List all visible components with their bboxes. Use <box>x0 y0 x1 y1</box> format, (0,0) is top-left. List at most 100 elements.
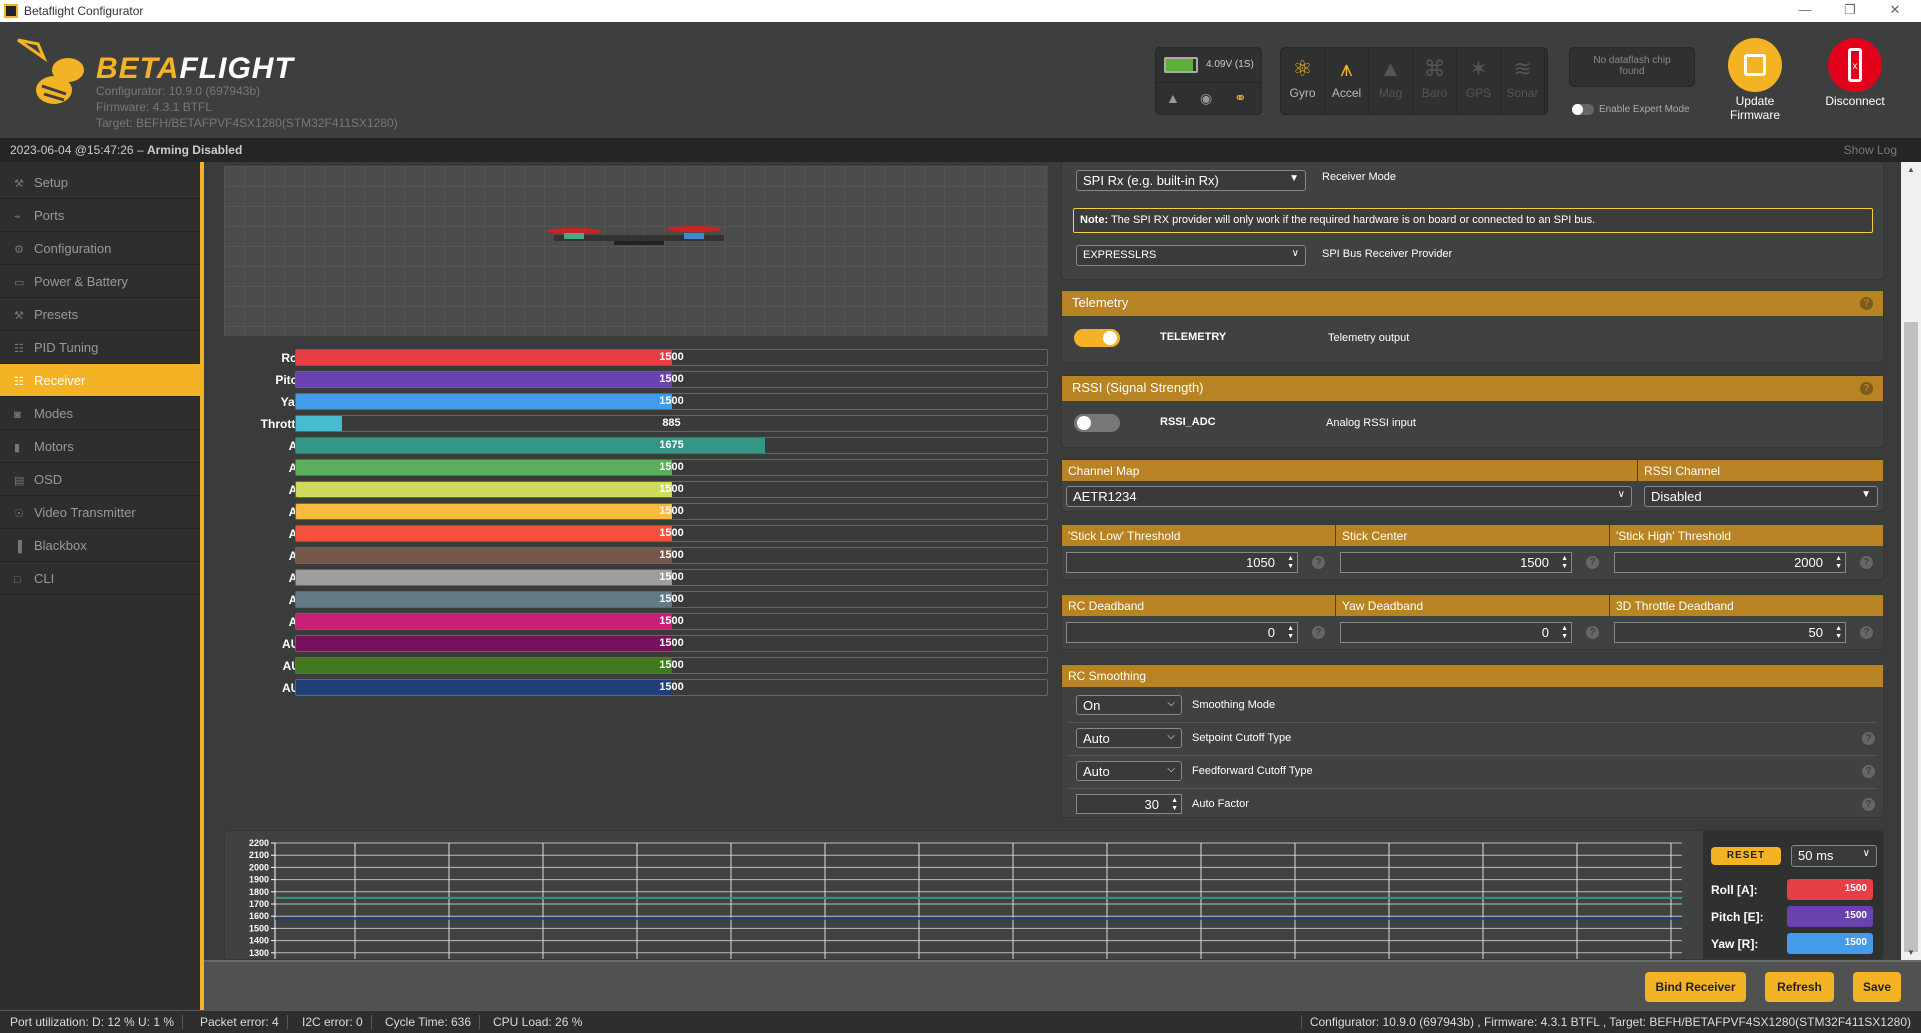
divider <box>1068 788 1877 789</box>
spinner-icon[interactable]: ▲ ▼ <box>1287 555 1294 571</box>
help-icon[interactable]: ? <box>1312 626 1325 639</box>
thresholds-input[interactable]: 1500 ▲ ▼ <box>1340 552 1572 573</box>
dataflash-status: No dataflash chip found <box>1569 47 1695 87</box>
help-icon[interactable]: ? <box>1862 732 1875 745</box>
osd-icon: ▤ <box>14 475 25 487</box>
sidebar-item-motors[interactable]: ▮ Motors <box>0 430 200 463</box>
graph-readout-label: Yaw [R]: <box>1711 937 1759 951</box>
thresholds-input[interactable]: 2000 ▲ ▼ <box>1614 552 1846 573</box>
gps-icon: ✶ <box>1469 56 1488 81</box>
refresh-button[interactable]: Refresh <box>1765 972 1834 1002</box>
update-firmware-button[interactable] <box>1728 38 1782 92</box>
graph-reset-button[interactable]: RESET <box>1711 847 1781 865</box>
configurator-version: Configurator: 10.9.0 (697943b) <box>96 84 261 98</box>
sidebar-item-receiver[interactable]: ☷ Receiver <box>0 364 200 397</box>
minimize-button[interactable]: — <box>1785 2 1825 20</box>
help-icon[interactable]: ? <box>1862 765 1875 778</box>
sidebar-item-cli[interactable]: □ CLI <box>0 562 200 595</box>
sidebar-item-osd[interactable]: ▤ OSD <box>0 463 200 496</box>
receiver-mode-select[interactable]: SPI Rx (e.g. built-in Rx) ▼ <box>1076 170 1306 191</box>
deadbands-input[interactable]: 50 ▲ ▼ <box>1614 622 1846 643</box>
channel-bar: 1500 <box>295 569 1048 586</box>
spi-provider-label: SPI Bus Receiver Provider <box>1322 248 1453 260</box>
chevron-down-icon: ⌵ <box>1167 698 1175 709</box>
help-icon[interactable]: ? <box>1860 297 1873 310</box>
deadbands-input[interactable]: 0 ▲ ▼ <box>1340 622 1572 643</box>
channel-bar: 1500 <box>295 657 1048 674</box>
sidebar-item-setup[interactable]: ⚒ Setup <box>0 166 200 199</box>
spinner-icon[interactable]: ▲ ▼ <box>1561 555 1568 571</box>
spinner-icon[interactable]: ▲ ▼ <box>1561 625 1568 641</box>
maximize-button[interactable]: ❐ <box>1830 2 1870 20</box>
smoothing-select[interactable]: On ⌵ <box>1076 695 1182 715</box>
spinner-icon[interactable]: ▲ ▼ <box>1835 555 1842 571</box>
expert-mode-toggle[interactable] <box>1572 104 1594 115</box>
warning-icon: ▲ <box>1166 90 1180 106</box>
sensor-gps: ✶ GPS <box>1457 48 1501 114</box>
help-icon[interactable]: ? <box>1312 556 1325 569</box>
save-button[interactable]: Save <box>1853 972 1901 1002</box>
sidebar-item-video-transmitter[interactable]: ☉ Video Transmitter <box>0 496 200 529</box>
smoothing-select[interactable]: Auto ⌵ <box>1076 761 1182 781</box>
spinner-icon[interactable]: ▲ ▼ <box>1171 797 1178 813</box>
channel-bar: 1500 <box>295 591 1048 608</box>
help-icon[interactable]: ? <box>1860 382 1873 395</box>
disconnect-button[interactable]: x <box>1828 38 1882 92</box>
rssi-toggle[interactable] <box>1074 414 1120 432</box>
smoothing-select[interactable]: Auto ⌵ <box>1076 728 1182 748</box>
terminal-icon: □ <box>14 574 21 586</box>
sidebar-item-pid-tuning[interactable]: ☷ PID Tuning <box>0 331 200 364</box>
deadbands-input[interactable]: 0 ▲ ▼ <box>1066 622 1298 643</box>
logo-text: BETAFLIGHT <box>96 52 294 85</box>
sidebar-item-ports[interactable]: ⌁ Ports <box>0 199 200 232</box>
channel-bar: 1500 <box>295 481 1048 498</box>
i2c-error: I2C error: 0 <box>302 1015 372 1029</box>
sidebar-item-label: OSD <box>34 472 63 487</box>
help-icon[interactable]: ? <box>1862 798 1875 811</box>
sidebar-item-label: Setup <box>34 175 68 190</box>
scroll-up-icon[interactable]: ▲ <box>1907 165 1915 174</box>
channel-map-input[interactable]: AETR1234 ∨ <box>1066 486 1632 507</box>
show-log-link[interactable]: Show Log <box>1844 143 1897 157</box>
bind-receiver-button[interactable]: Bind Receiver <box>1645 972 1746 1002</box>
spinner-icon[interactable]: ▲ ▼ <box>1835 625 1842 641</box>
channel-value: 1500 <box>659 571 684 583</box>
firmware-version: Firmware: 4.3.1 BTFL <box>96 100 213 114</box>
channel-bar: 1500 <box>295 525 1048 542</box>
scroll-down-icon[interactable]: ▼ <box>1907 948 1915 957</box>
rssi-channel-select[interactable]: Disabled ▼ <box>1644 486 1878 507</box>
baro-icon: ⌘ <box>1423 56 1446 81</box>
sidebar-item-configuration[interactable]: ⚙ Configuration <box>0 232 200 265</box>
y-tick-label: 1600 <box>249 911 269 921</box>
link-icon: ⚭ <box>1234 90 1247 107</box>
sidebar-item-modes[interactable]: ◙ Modes <box>0 397 200 430</box>
scrollbar[interactable]: ▲ ▼ <box>1901 162 1921 960</box>
channel-value: 1500 <box>659 505 684 517</box>
rc-graph: 2200 2100 2000 1900 1800 1700 1600 1500 1400 1300… <box>249 838 1682 959</box>
thresholds-input[interactable]: 1050 ▲ ▼ <box>1066 552 1298 573</box>
sidebar-item-power-battery[interactable]: ▭ Power & Battery <box>0 265 200 298</box>
thresholds-header: Stick Center <box>1336 525 1610 546</box>
spinner-icon[interactable]: ▲ ▼ <box>1287 625 1294 641</box>
deadbands-header: 3D Throttle Deadband <box>1610 595 1884 616</box>
channel-value: 1500 <box>659 373 684 385</box>
help-icon[interactable]: ? <box>1586 556 1599 569</box>
channel-value: 885 <box>662 417 681 429</box>
scroll-thumb[interactable] <box>1904 322 1918 952</box>
telemetry-toggle[interactable] <box>1074 329 1120 347</box>
spi-provider-select[interactable]: EXPRESSLRS ∨ <box>1076 245 1306 266</box>
channel-value: 1500 <box>659 483 684 495</box>
close-button[interactable]: ✕ <box>1875 2 1915 20</box>
channel-bar: 1500 <box>295 635 1048 652</box>
sidebar-item-label: PID Tuning <box>34 340 99 355</box>
sidebar-item-blackbox[interactable]: ▐ Blackbox <box>0 529 200 562</box>
log-bar: 2023-06-04 @15:47:26 – Arming Disabled S… <box>0 138 1921 162</box>
help-icon[interactable]: ? <box>1860 626 1873 639</box>
help-icon[interactable]: ? <box>1586 626 1599 639</box>
sidebar-item-presets[interactable]: ⚒ Presets <box>0 298 200 331</box>
graph-interval-select[interactable]: 50 ms ∨ <box>1791 845 1877 867</box>
channel-map-panel: Channel Map RSSI Channel AETR1234 ∨ Disab… <box>1061 459 1884 512</box>
graph-readout-label: Pitch [E]: <box>1711 910 1764 924</box>
auto-factor-input[interactable]: 30 ▲ ▼ <box>1076 794 1182 814</box>
help-icon[interactable]: ? <box>1860 556 1873 569</box>
